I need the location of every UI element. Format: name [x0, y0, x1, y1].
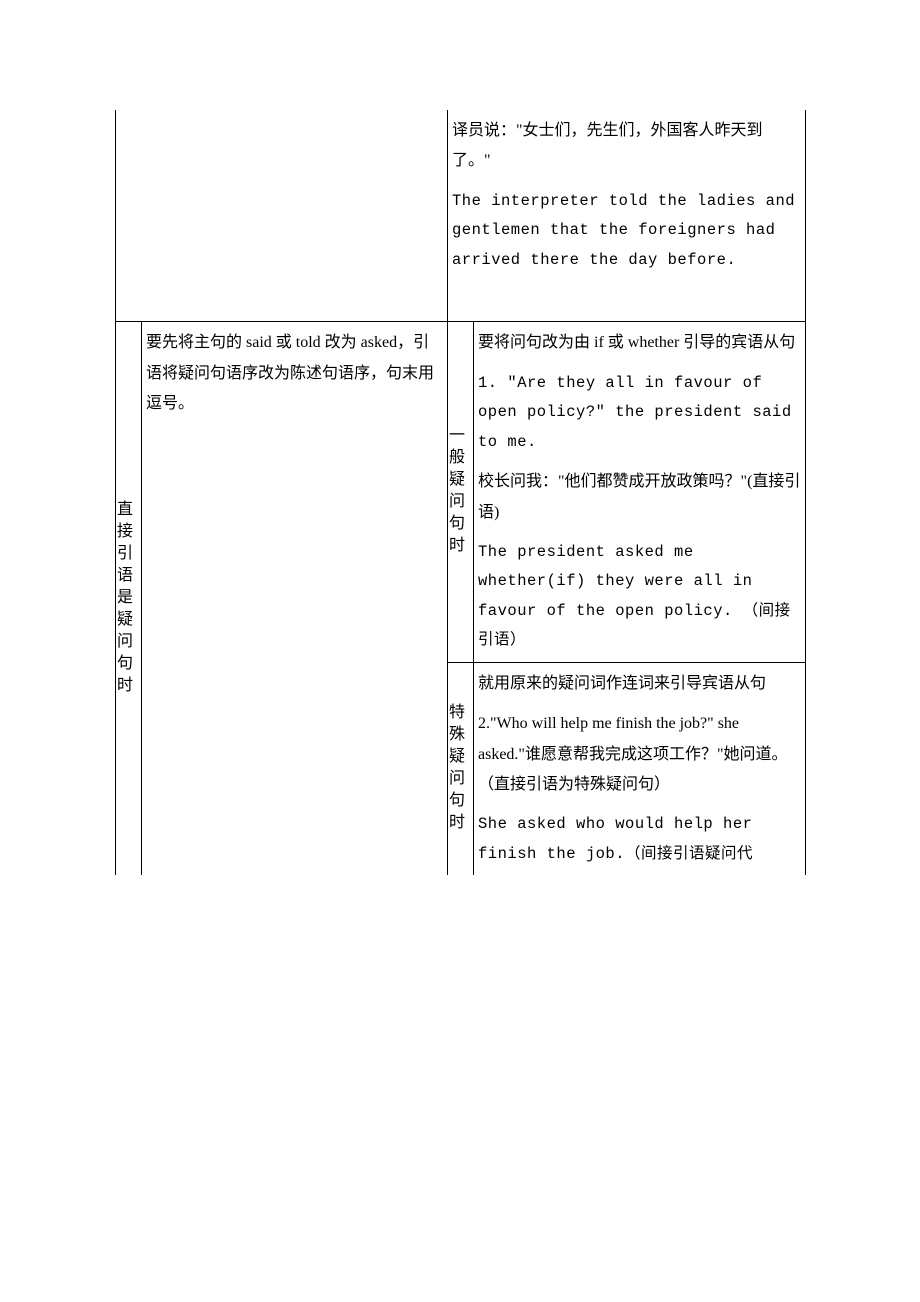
table-row: 译员说："女士们，先生们，外国客人昨天到了。" The interpreter … [116, 110, 806, 322]
sub1-label-text: 一般疑问句时 [439, 328, 469, 655]
grammar-table: 译员说："女士们，先生们，外国客人昨天到了。" The interpreter … [115, 110, 806, 875]
cell-r1c2 [142, 110, 448, 322]
row2-rule-text: 要先将主句的 said 或 told 改为 asked，引语将疑问句语序改为陈述… [146, 328, 443, 419]
cell-r1c4: 译员说："女士们，先生们，外国客人昨天到了。" The interpreter … [448, 110, 806, 322]
interpreter-zh: 译员说："女士们，先生们，外国客人昨天到了。" [452, 116, 801, 177]
sub1-p4: The president asked me whether(if) they … [478, 538, 801, 656]
row2-label-text: 直接引语是疑问句时 [107, 328, 137, 869]
sub1-p2: 1. "Are they all in favour of open polic… [478, 369, 801, 457]
sub2-label-text: 特殊疑问句时 [439, 669, 469, 869]
sub1-p3: 校长问我："他们都赞成开放政策吗？"(直接引语) [478, 467, 801, 528]
page: 译员说："女士们，先生们，外国客人昨天到了。" The interpreter … [0, 0, 920, 935]
sub1-content: 要将问句改为由 if 或 whether 引导的宾语从句 1. "Are the… [474, 322, 806, 662]
row2-label: 直接引语是疑问句时 [116, 322, 142, 875]
sub1-label: 一般疑问句时 [448, 322, 474, 662]
sub2-label: 特殊疑问句时 [448, 662, 474, 875]
row2-rule: 要先将主句的 said 或 told 改为 asked，引语将疑问句语序改为陈述… [142, 322, 448, 875]
sub2-p2: 2."Who will help me finish the job?" she… [478, 709, 801, 800]
sub2-p3: She asked who would help her finish the … [478, 810, 801, 869]
interpreter-en: The interpreter told the ladies and gent… [452, 187, 801, 275]
table-row: 直接引语是疑问句时 要先将主句的 said 或 told 改为 asked，引语… [116, 322, 806, 662]
sub2-content: 就用原来的疑问词作连词来引导宾语从句 2."Who will help me f… [474, 662, 806, 875]
sub1-p1: 要将问句改为由 if 或 whether 引导的宾语从句 [478, 328, 801, 358]
cell-r1c1 [116, 110, 142, 322]
sub2-p1: 就用原来的疑问词作连词来引导宾语从句 [478, 669, 801, 699]
